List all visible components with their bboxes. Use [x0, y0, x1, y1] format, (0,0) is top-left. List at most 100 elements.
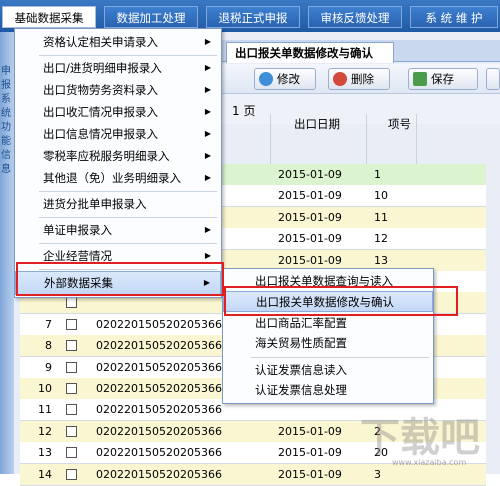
menu-separator — [39, 55, 217, 56]
menu-item-label: 外部数据采集 — [44, 276, 113, 290]
menu-item-export-exchange[interactable]: 出口收汇情况申报录入 ▶ — [15, 101, 221, 123]
row-item-number: 13 — [374, 253, 388, 267]
row-checkbox[interactable] — [66, 361, 77, 373]
row-declaration-id: 020220150520205366 — [96, 317, 222, 331]
row-checkbox[interactable] — [66, 447, 77, 459]
row-declaration-id: 020220150520205366 — [96, 339, 222, 353]
menu-system-maintenance[interactable]: 系 统 维 护 — [410, 6, 498, 28]
menu-item-external-data-collection[interactable]: 外部数据采集 ▶ — [15, 271, 221, 295]
side-char: 息 — [1, 164, 11, 175]
submenu-arrow-icon: ▶ — [204, 63, 211, 72]
row-checkbox[interactable] — [66, 425, 77, 437]
modify-label: 修改 — [277, 72, 300, 86]
row-checkbox[interactable] — [66, 404, 77, 416]
delete-label: 删除 — [351, 72, 374, 86]
side-char: 系 — [1, 94, 11, 105]
menu-item-label: 零税率应税服务明细录入 — [43, 149, 170, 163]
side-char: 统 — [1, 108, 11, 119]
row-number: 9 — [45, 360, 52, 374]
menu-separator — [39, 191, 217, 192]
row-declaration-id: 020220150520205366 — [96, 467, 222, 481]
menu-separator — [39, 269, 217, 270]
submenu-arrow-icon: ▶ — [203, 278, 210, 287]
menu-separator — [39, 217, 217, 218]
submenu-item-customs-modify-confirm[interactable]: 出口报关单数据修改与确认 — [223, 291, 433, 312]
row-item-number: 1 — [374, 168, 381, 181]
menu-item-label: 其他退（免）业务明细录入 — [43, 171, 181, 185]
toolbar-button-partial-right[interactable] — [486, 68, 500, 90]
menu-item-export-info[interactable]: 出口信息情况申报录入 ▶ — [15, 123, 221, 145]
submenu-arrow-icon: ▶ — [204, 225, 211, 234]
menu-item-label: 出口收汇情况申报录入 — [43, 105, 158, 119]
left-side-strip: 申 报 系 统 功 能 信 息 — [0, 32, 14, 474]
row-declaration-id: 020220150520205366 — [96, 360, 222, 374]
menu-item-zero-rate-service[interactable]: 零税率应税服务明细录入 ▶ — [15, 145, 221, 167]
menu-data-processing[interactable]: 数据加工处理 — [104, 6, 198, 28]
menu-item-label: 企业经营情况 — [43, 249, 112, 263]
modify-button[interactable]: 修改 — [254, 68, 316, 90]
menu-item-export-goods-data[interactable]: 出口货物劳务资料录入 ▶ — [15, 79, 221, 101]
menu-tax-refund-declaration[interactable]: 退税正式申报 — [206, 6, 300, 28]
menu-item-business-status[interactable]: 企业经营情况 ▶ — [15, 245, 221, 267]
row-checkbox[interactable] — [66, 468, 77, 480]
row-export-date: 2015-01-09 — [278, 189, 342, 203]
header-export-date[interactable]: 出口日期 — [294, 114, 340, 134]
row-export-date: 2015-01-09 — [278, 232, 342, 246]
submenu-arrow-icon: ▶ — [204, 173, 211, 182]
menu-item-label: 出口/进货明细申报录入 — [43, 61, 162, 75]
side-char: 申 — [1, 66, 11, 77]
row-number: 12 — [38, 424, 52, 438]
watermark-url: www.xiazaiba.com — [392, 458, 467, 467]
menu-item-label: 单证申报录入 — [43, 223, 112, 237]
row-declaration-id: 020220150520205366 — [96, 403, 222, 417]
submenu-arrow-icon: ▶ — [204, 107, 211, 116]
row-checkbox[interactable] — [66, 383, 77, 394]
tab-customs-declaration-modify[interactable]: 出口报关单数据修改与确认 — [226, 42, 394, 63]
save-label: 保存 — [431, 72, 454, 86]
row-number: 7 — [45, 317, 52, 331]
row-declaration-id: 020220150520205366 — [96, 446, 222, 460]
save-button[interactable]: 保存 — [408, 68, 478, 90]
row-export-date: 2015-01-09 — [278, 424, 342, 438]
menu-item-document-declaration[interactable]: 单证申报录入 ▶ — [15, 219, 221, 241]
row-number: 10 — [38, 382, 52, 395]
side-char: 报 — [1, 80, 11, 91]
delete-icon — [333, 72, 347, 86]
submenu-item-invoice-process[interactable]: 认证发票信息处理 — [223, 380, 433, 401]
row-declaration-id: 020220150520205366 — [96, 382, 222, 395]
menu-item-label: 出口信息情况申报录入 — [43, 127, 158, 141]
submenu-arrow-icon: ▶ — [204, 37, 211, 46]
row-item-number: 11 — [374, 210, 388, 224]
menu-item-label: 资格认定相关申请录入 — [43, 35, 158, 49]
side-char: 信 — [1, 150, 11, 161]
dropdown-basic-data-collection: 资格认定相关申请录入 ▶ 出口/进货明细申报录入 ▶ 出口货物劳务资料录入 ▶ 出口收… — [14, 28, 222, 298]
menu-basic-data-collection[interactable]: 基础数据采集 — [2, 6, 96, 28]
delete-button[interactable]: 删除 — [328, 68, 390, 90]
row-checkbox[interactable] — [66, 297, 77, 309]
row-number: 13 — [38, 446, 52, 460]
menu-item-purchase-batch[interactable]: 进货分批单申报录入 — [15, 193, 221, 215]
row-export-date: 2015-01-09 — [278, 253, 342, 267]
menu-audit-feedback[interactable]: 审核反馈处理 — [308, 6, 402, 28]
header-item-number[interactable]: 项号 — [388, 114, 411, 134]
submenu-arrow-icon: ▶ — [204, 129, 211, 138]
submenu-item-exchange-rate-config[interactable]: 出口商品汇率配置 — [223, 313, 433, 334]
row-item-number: 10 — [374, 189, 388, 203]
menu-item-other-exemption[interactable]: 其他退（免）业务明细录入 ▶ — [15, 167, 221, 189]
submenu-arrow-icon: ▶ — [204, 85, 211, 94]
menu-item-qualification[interactable]: 资格认定相关申请录入 ▶ — [15, 31, 221, 53]
submenu-external-data: 出口报关单数据查询与读入 出口报关单数据修改与确认 出口商品汇率配置 海关贸易性… — [222, 268, 434, 404]
row-export-date: 2015-01-09 — [278, 446, 342, 460]
submenu-item-customs-query-import[interactable]: 出口报关单数据查询与读入 — [223, 271, 433, 292]
row-number: 14 — [38, 467, 52, 481]
submenu-arrow-icon: ▶ — [204, 251, 211, 260]
row-export-date: 2015-01-09 — [278, 168, 342, 181]
menu-item-export-purchase-detail[interactable]: 出口/进货明细申报录入 ▶ — [15, 57, 221, 79]
submenu-arrow-icon: ▶ — [204, 151, 211, 160]
menu-item-label: 进货分批单申报录入 — [43, 197, 147, 211]
submenu-item-invoice-read[interactable]: 认证发票信息读入 — [223, 360, 433, 381]
submenu-item-trade-nature-config[interactable]: 海关贸易性质配置 — [223, 333, 433, 354]
row-checkbox[interactable] — [66, 318, 77, 330]
save-icon — [413, 72, 427, 86]
row-checkbox[interactable] — [66, 340, 77, 352]
